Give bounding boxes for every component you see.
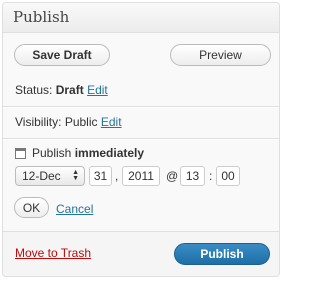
status-edit-link[interactable]: Edit <box>87 83 108 97</box>
time-colon: : <box>209 169 213 183</box>
cancel-link[interactable]: Cancel <box>56 202 93 216</box>
hour-input[interactable]: 13 <box>180 166 205 186</box>
schedule-value: immediately <box>74 146 145 160</box>
minute-input[interactable]: 00 <box>216 166 240 186</box>
visibility-value: Public <box>64 115 98 129</box>
schedule-label: Publish <box>32 146 72 160</box>
date-comma: , <box>115 169 119 183</box>
move-to-trash-link[interactable]: Move to Trash <box>15 246 91 260</box>
year-input[interactable]: 2011 <box>122 166 160 186</box>
save-draft-button[interactable]: Save Draft <box>14 44 110 66</box>
at-sign: @ <box>166 169 179 183</box>
visibility-label: Visibility: <box>15 115 62 129</box>
publish-box-header: Publish <box>3 3 279 33</box>
status-label: Status: <box>15 83 53 97</box>
status-row: Status: Draft Edit <box>15 83 108 97</box>
visibility-row: Visibility: Public Edit <box>15 115 122 129</box>
divider-highlight <box>3 107 279 108</box>
publish-button[interactable]: Publish <box>174 243 270 265</box>
month-select[interactable]: 12-Dec ▲ ▼ <box>15 166 85 186</box>
select-arrows-icon: ▲ ▼ <box>72 169 79 182</box>
calendar-icon <box>15 148 26 159</box>
publish-footer: Move to Trash Publish <box>3 231 279 276</box>
panel-title: Publish <box>13 8 70 26</box>
status-value: Draft <box>55 83 84 97</box>
ok-button[interactable]: OK <box>14 197 49 218</box>
day-input[interactable]: 31 <box>89 166 112 186</box>
month-value: 12-Dec <box>22 169 61 183</box>
preview-button[interactable]: Preview <box>170 44 271 66</box>
schedule-row: Publish immediately <box>32 146 144 160</box>
visibility-edit-link[interactable]: Edit <box>101 115 122 129</box>
publish-box: Publish Save Draft Preview Status: Draft… <box>2 2 280 277</box>
divider-highlight <box>3 139 279 140</box>
